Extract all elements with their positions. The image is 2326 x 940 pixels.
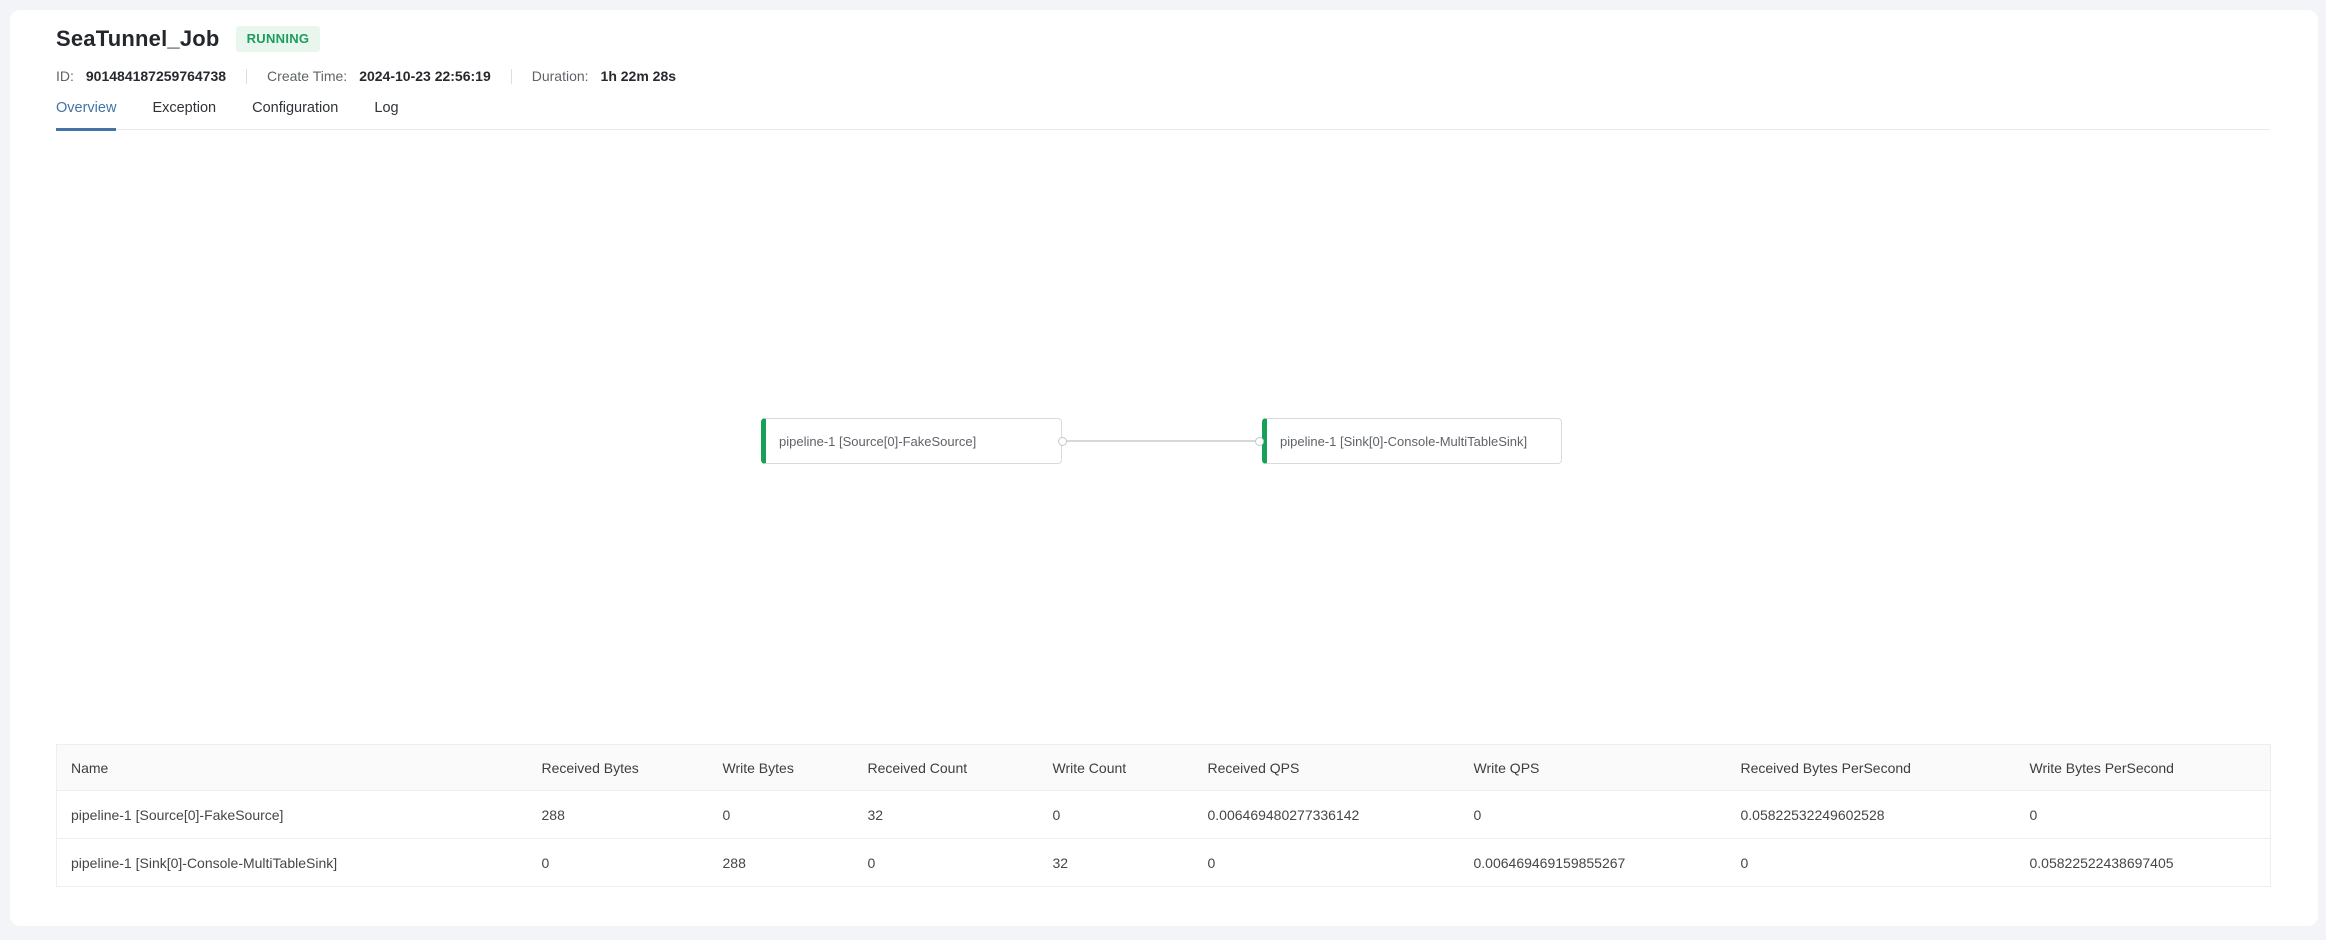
dag-canvas: pipeline-1 [Source[0]-FakeSource] pipeli…	[10, 132, 2318, 742]
job-tabs: Overview Exception Configuration Log	[56, 100, 2270, 130]
job-header: SeaTunnel_Job RUNNING	[56, 26, 320, 52]
table-cell: 0	[854, 839, 1039, 887]
table-cell: 288	[528, 791, 709, 839]
column-header-name: Name	[57, 745, 528, 791]
meta-divider	[246, 69, 247, 84]
table-cell: 0.05822532249602528	[1727, 791, 2016, 839]
job-meta-row: ID: 901484187259764738 Create Time: 2024…	[56, 68, 676, 85]
dag-node-label: pipeline-1 [Sink[0]-Console-MultiTableSi…	[1280, 434, 1527, 449]
table-cell: 32	[1039, 839, 1194, 887]
job-id-value: 901484187259764738	[86, 68, 226, 85]
dag-node-source[interactable]: pipeline-1 [Source[0]-FakeSource]	[761, 418, 1062, 464]
column-header-write-count: Write Count	[1039, 745, 1194, 791]
meta-divider	[511, 69, 512, 84]
table-row: pipeline-1 [Source[0]-FakeSource] 288 0 …	[57, 791, 2271, 839]
tab-log[interactable]: Log	[374, 100, 398, 131]
table-cell: 0	[528, 839, 709, 887]
create-time-label: Create Time:	[267, 68, 347, 85]
input-port-icon	[1255, 437, 1264, 446]
dag-node-sink[interactable]: pipeline-1 [Sink[0]-Console-MultiTableSi…	[1262, 418, 1562, 464]
dag-edge-line	[1062, 440, 1259, 442]
table-cell: 0	[1194, 839, 1460, 887]
output-port-icon	[1058, 437, 1067, 446]
column-header-received-bytes: Received Bytes	[528, 745, 709, 791]
duration-value: 1h 22m 28s	[601, 68, 677, 85]
table-row: pipeline-1 [Sink[0]-Console-MultiTableSi…	[57, 839, 2271, 887]
job-id-label: ID:	[56, 68, 74, 85]
table-cell: pipeline-1 [Sink[0]-Console-MultiTableSi…	[57, 839, 528, 887]
status-badge: RUNNING	[236, 26, 321, 52]
table-cell: 32	[854, 791, 1039, 839]
table-cell: 288	[709, 839, 854, 887]
tab-configuration[interactable]: Configuration	[252, 100, 338, 131]
dag-node-label: pipeline-1 [Source[0]-FakeSource]	[779, 434, 976, 449]
page-title: SeaTunnel_Job	[56, 26, 220, 52]
table-cell: pipeline-1 [Source[0]-FakeSource]	[57, 791, 528, 839]
column-header-received-bytes-persecond: Received Bytes PerSecond	[1727, 745, 2016, 791]
table-cell: 0.006469480277336142	[1194, 791, 1460, 839]
tab-overview[interactable]: Overview	[56, 100, 116, 131]
table-cell: 0	[709, 791, 854, 839]
metrics-table: Name Received Bytes Write Bytes Received…	[56, 744, 2271, 887]
job-detail-card: SeaTunnel_Job RUNNING ID: 90148418725976…	[10, 10, 2318, 926]
table-cell: 0	[1039, 791, 1194, 839]
table-cell: 0	[1727, 839, 2016, 887]
table-cell: 0.006469469159855267	[1460, 839, 1727, 887]
table-cell: 0.05822522438697405	[2016, 839, 2271, 887]
column-header-write-bytes: Write Bytes	[709, 745, 854, 791]
table-header-row: Name Received Bytes Write Bytes Received…	[57, 745, 2271, 791]
column-header-write-bytes-persecond: Write Bytes PerSecond	[2016, 745, 2271, 791]
duration-label: Duration:	[532, 68, 589, 85]
column-header-write-qps: Write QPS	[1460, 745, 1727, 791]
create-time-value: 2024-10-23 22:56:19	[359, 68, 491, 85]
table-cell: 0	[1460, 791, 1727, 839]
tab-exception[interactable]: Exception	[152, 100, 216, 131]
column-header-received-count: Received Count	[854, 745, 1039, 791]
table-cell: 0	[2016, 791, 2271, 839]
column-header-received-qps: Received QPS	[1194, 745, 1460, 791]
